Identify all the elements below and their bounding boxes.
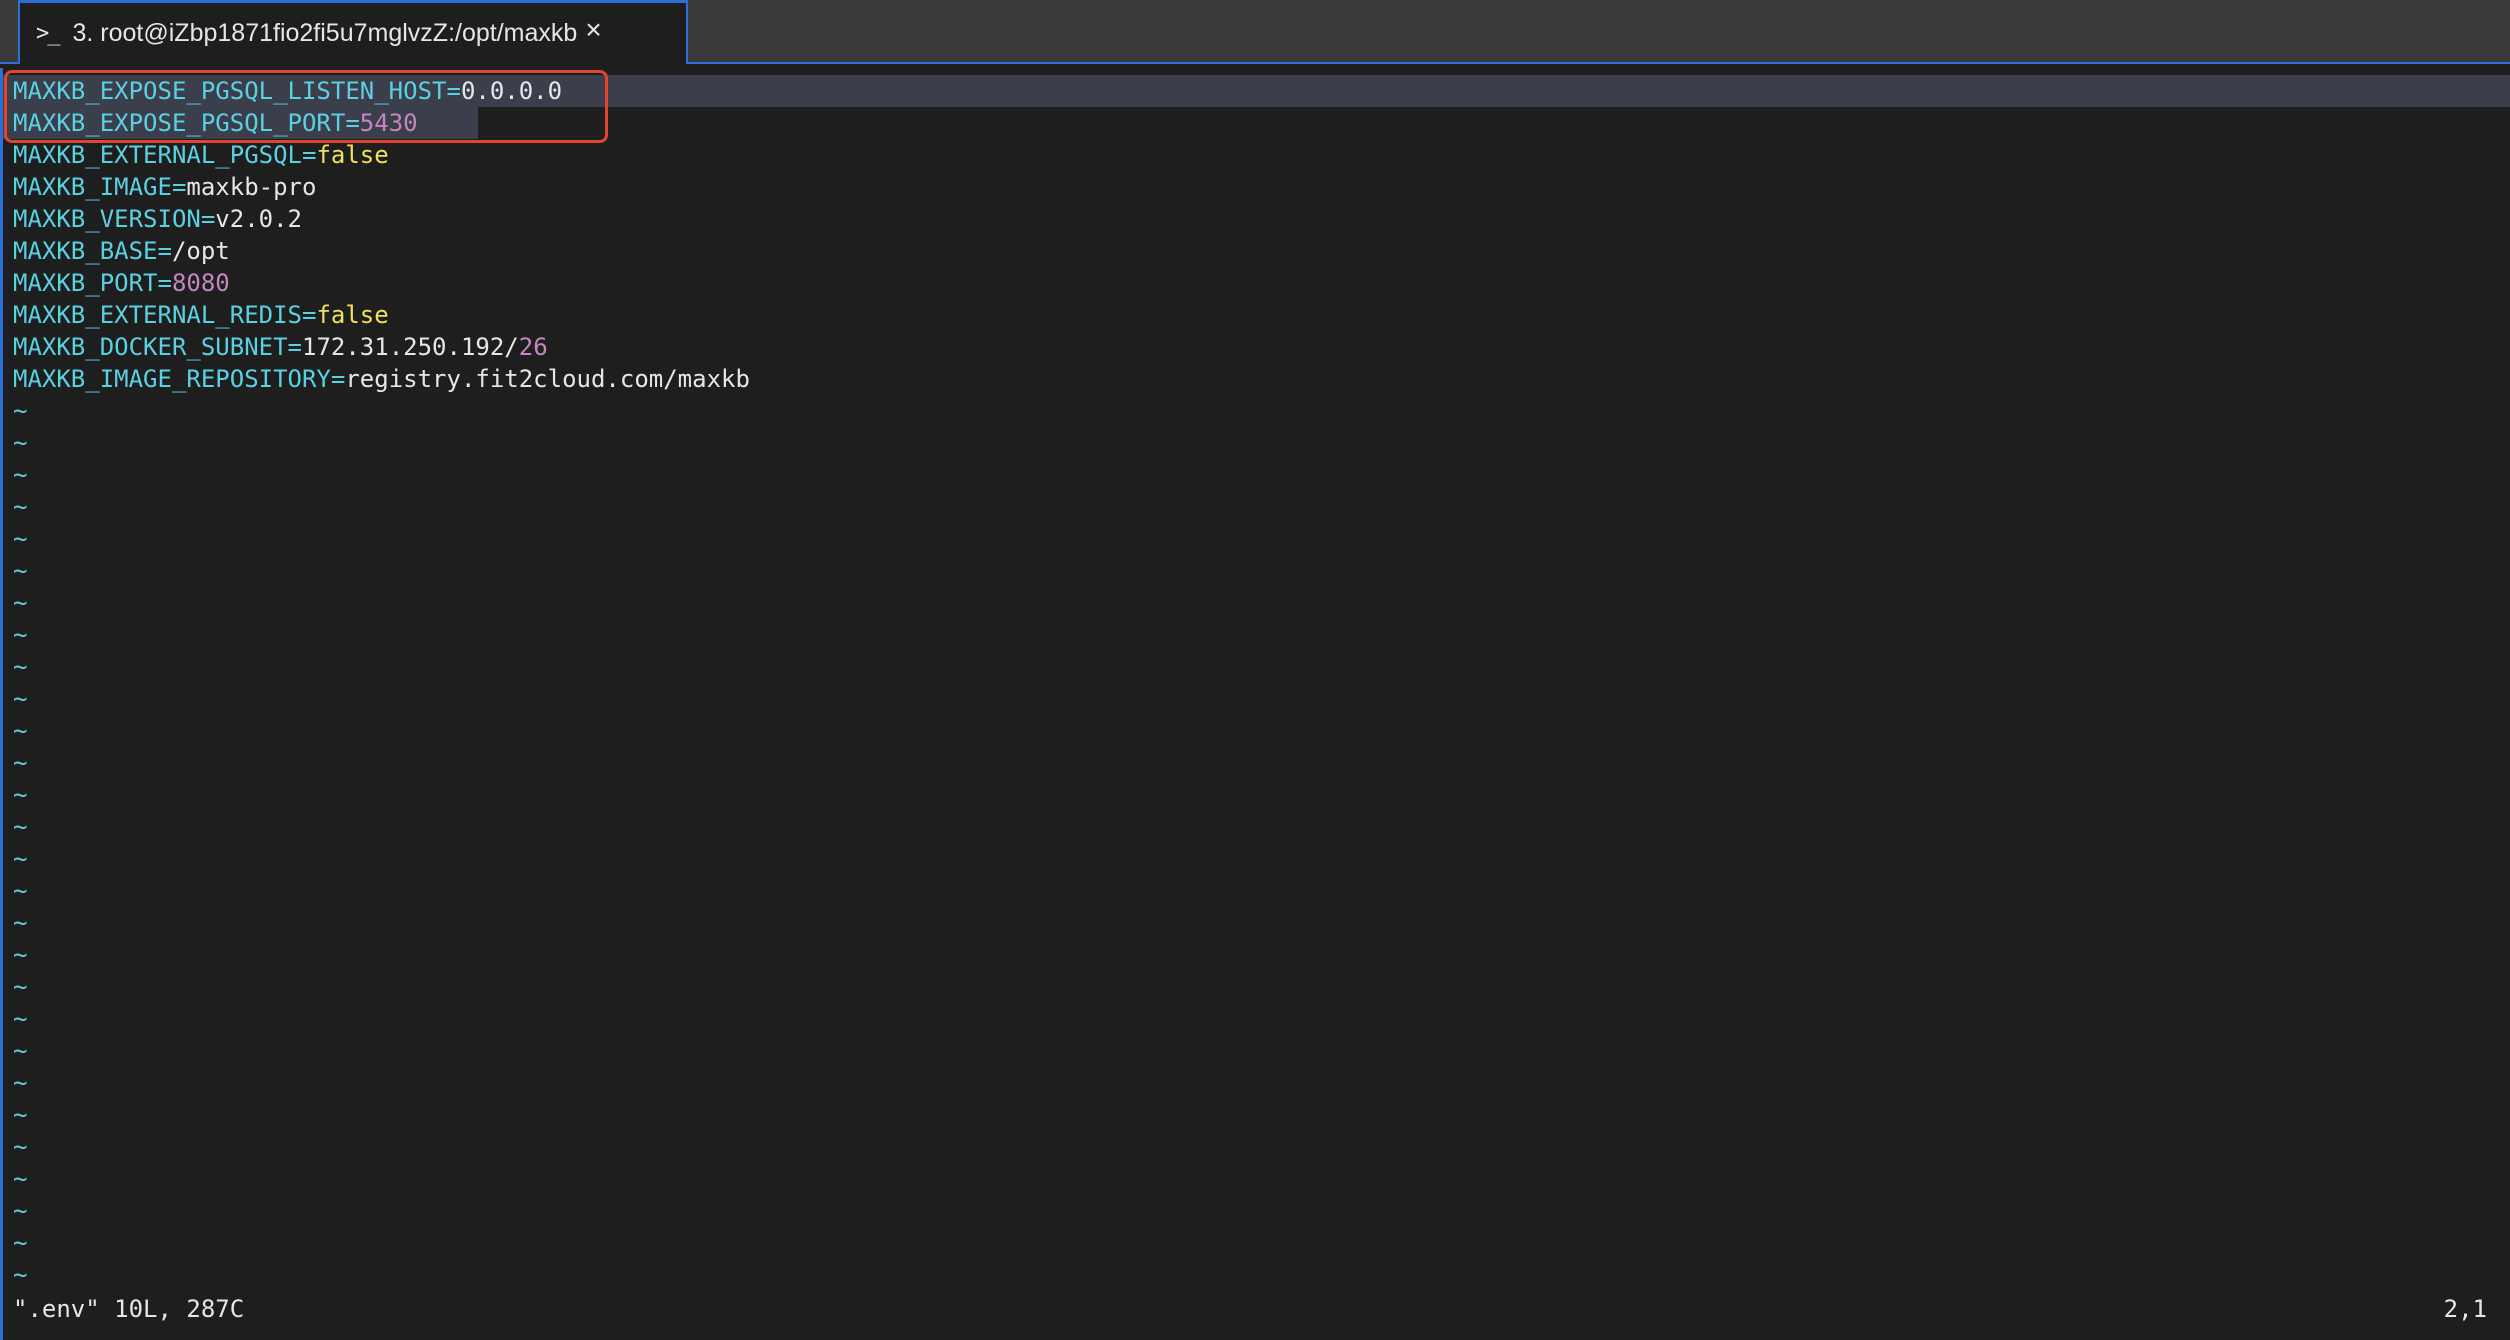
empty-line-marker: ~: [13, 525, 28, 553]
empty-line-marker: ~: [13, 845, 28, 873]
empty-line-marker: ~: [13, 621, 28, 649]
env-value: maxkb-pro: [186, 173, 317, 201]
env-value: false: [316, 141, 389, 169]
empty-line-marker: ~: [13, 781, 28, 809]
empty-line-marker: ~: [13, 1101, 28, 1129]
env-value: registry.fit2cloud.com/maxkb: [345, 365, 750, 393]
empty-line-marker: ~: [13, 717, 28, 745]
empty-line-marker: ~: [13, 1133, 28, 1161]
env-key: MAXKB_EXTERNAL_REDIS: [13, 301, 302, 329]
env-value: 8080: [171, 269, 230, 297]
equals-sign: =: [330, 365, 346, 393]
close-icon[interactable]: ×: [585, 14, 601, 46]
empty-line-marker: ~: [13, 493, 28, 521]
terminal-tab[interactable]: >_ 3. root@iZbp1871fio2fi5u7mglvzZ:/opt/…: [18, 0, 688, 64]
empty-line-marker: ~: [13, 1197, 28, 1225]
empty-line-marker: ~: [13, 429, 28, 457]
equals-sign: =: [301, 141, 317, 169]
env-value: 172.31.250.192/: [302, 333, 519, 361]
file-line: MAXKB_IMAGE=maxkb-pro: [13, 171, 750, 203]
equals-sign: =: [301, 301, 317, 329]
env-key: MAXKB_VERSION: [13, 205, 201, 233]
env-key: MAXKB_BASE: [13, 237, 158, 265]
tab-bar: >_ 3. root@iZbp1871fio2fi5u7mglvzZ:/opt/…: [0, 0, 2510, 64]
file-line: MAXKB_PORT=8080: [13, 267, 750, 299]
empty-line-marker: ~: [13, 941, 28, 969]
empty-line-marker: ~: [13, 813, 28, 841]
file-line: MAXKB_BASE=/opt: [13, 235, 750, 267]
file-contents: MAXKB_EXPOSE_PGSQL_LISTEN_HOST=0.0.0.0 MA…: [13, 75, 750, 1291]
empty-line-marker: ~: [13, 557, 28, 585]
equals-sign: =: [287, 333, 302, 361]
env-key: MAXKB_IMAGE_REPOSITORY: [13, 365, 331, 393]
equals-sign: =: [157, 237, 172, 265]
env-key: MAXKB_DOCKER_SUBNET: [13, 333, 288, 361]
equals-sign: =: [157, 269, 172, 297]
empty-line-marker: ~: [13, 1229, 28, 1257]
empty-line-marker: ~: [13, 973, 28, 1001]
empty-line-marker: ~: [13, 1069, 28, 1097]
empty-line-marker: ~: [13, 685, 28, 713]
empty-line-marker: ~: [13, 1261, 28, 1289]
empty-line-marker: ~: [13, 749, 28, 777]
env-value: v2.0.2: [215, 205, 302, 233]
env-value-suffix: 26: [518, 333, 548, 361]
empty-line-marker: ~: [13, 397, 28, 425]
empty-line-marker: ~: [13, 589, 28, 617]
env-key: MAXKB_IMAGE: [13, 173, 172, 201]
file-line: MAXKB_IMAGE_REPOSITORY=registry.fit2clou…: [13, 363, 750, 395]
empty-line-marker: ~: [13, 461, 28, 489]
equals-sign: =: [171, 173, 187, 201]
empty-line-marker: ~: [13, 1005, 28, 1033]
empty-line-marker: ~: [13, 909, 28, 937]
env-value: /opt: [171, 237, 230, 265]
env-key: MAXKB_PORT: [13, 269, 158, 297]
empty-line-marker: ~: [13, 653, 28, 681]
empty-line-marker: ~: [13, 1037, 28, 1065]
vim-status-file-info: ".env" 10L, 287C: [13, 1295, 245, 1323]
tab-title: 3. root@iZbp1871fio2fi5u7mglvzZ:/opt/max…: [72, 19, 578, 47]
file-line: MAXKB_VERSION=v2.0.2: [13, 203, 750, 235]
vim-cursor-position: 2,1: [2443, 1295, 2487, 1323]
focus-border: [0, 68, 3, 1340]
terminal-editor[interactable]: MAXKB_EXPOSE_PGSQL_LISTEN_HOST=0.0.0.0 MA…: [0, 68, 2510, 1340]
terminal-prompt-icon: >_: [36, 21, 60, 46]
file-line: MAXKB_EXTERNAL_PGSQL=false: [13, 139, 750, 171]
file-line: MAXKB_DOCKER_SUBNET=172.31.250.192/26: [13, 331, 750, 363]
empty-line-marker: ~: [13, 1165, 28, 1193]
file-line: MAXKB_EXTERNAL_REDIS=false: [13, 299, 750, 331]
env-value: false: [316, 301, 389, 329]
empty-line-marker: ~: [13, 877, 28, 905]
annotation-highlight-box: [4, 70, 608, 143]
equals-sign: =: [200, 205, 216, 233]
env-key: MAXKB_EXTERNAL_PGSQL: [13, 141, 302, 169]
